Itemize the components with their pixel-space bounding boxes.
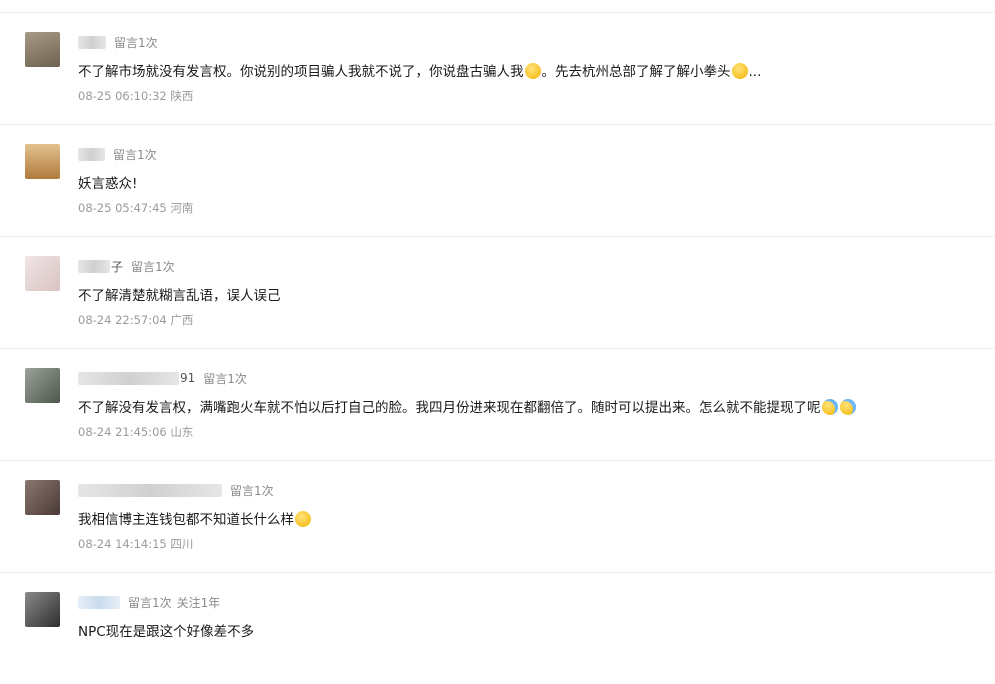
avatar[interactable] [25, 368, 60, 403]
cry-laugh-emoji-icon [839, 399, 856, 415]
comment-timestamp: 08-24 14:14:15 四川 [78, 537, 194, 551]
comment-count-badge: 留言1次 [128, 595, 172, 610]
avatar[interactable] [25, 32, 60, 67]
grin-emoji-icon [295, 511, 311, 527]
comment-item: 子 留言1次 不了解清楚就糊言乱语，误人误己 08-24 22:57:04 广西 [0, 237, 995, 349]
comment-count-badge: 留言1次 [131, 259, 175, 274]
comment-item: 留言1次 不了解市场就没有发言权。你说别的项目骗人我就不说了，你说盘古骗人我 。先… [0, 13, 995, 125]
cry-laugh-emoji-icon [821, 399, 838, 415]
comment-list: 留言1次 不了解市场就没有发言权。你说别的项目骗人我就不说了，你说盘古骗人我 。先… [0, 13, 995, 684]
comment-text: 我相信博主连钱包都不知道长什么样 [78, 511, 312, 529]
comment-item: 留言1次 妖言惑众! 08-25 05:47:45 河南 [0, 125, 995, 237]
username[interactable] [78, 34, 106, 50]
comment-timestamp: 08-24 21:45:06 山东 [78, 425, 194, 439]
comment-count-badge: 留言1次 [230, 483, 274, 498]
comment-text: 不了解没有发言权，满嘴跑火车就不怕以后打自己的脸。我四月份进来现在都翻倍了。随时… [78, 399, 857, 417]
comment-timestamp: 08-25 05:47:45 河南 [78, 201, 194, 215]
comment-text: NPC现在是跟这个好像差不多 [78, 624, 255, 640]
comment-meta: 子 留言1次 [78, 258, 175, 274]
avatar[interactable] [25, 480, 60, 515]
comment-count-badge: 留言1次 [113, 147, 157, 162]
username[interactable]: 子 [78, 258, 123, 274]
comment-meta: 留言1次 [78, 146, 157, 162]
comment-text: 妖言惑众! [78, 176, 138, 192]
comment-meta: 91 留言1次 [78, 370, 247, 386]
username[interactable] [78, 146, 105, 162]
thinking-emoji-icon [524, 63, 541, 79]
username[interactable] [78, 482, 222, 498]
username[interactable]: 91 [78, 370, 195, 386]
username[interactable] [78, 594, 120, 610]
comment-text: 不了解市场就没有发言权。你说别的项目骗人我就不说了，你说盘古骗人我 。先去杭州总部… [78, 63, 762, 80]
comment-item: 留言1次 关注1年 NPC现在是跟这个好像差不多 [0, 573, 995, 684]
avatar[interactable] [25, 144, 60, 179]
comment-meta: 留言1次 [78, 482, 274, 498]
comment-timestamp: 08-25 06:10:32 陕西 [78, 89, 194, 103]
comment-timestamp: 08-24 22:57:04 广西 [78, 313, 194, 327]
comment-item: 91 留言1次 不了解没有发言权，满嘴跑火车就不怕以后打自己的脸。我四月份进来现… [0, 349, 995, 461]
comment-meta: 留言1次 关注1年 [78, 594, 220, 610]
grin-emoji-icon [731, 63, 748, 79]
comment-count-badge: 留言1次 [203, 371, 247, 386]
comment-text: 不了解清楚就糊言乱语，误人误己 [78, 288, 281, 304]
comment-item: 留言1次 我相信博主连钱包都不知道长什么样 08-24 14:14:15 四川 [0, 461, 995, 573]
follow-duration-badge: 关注1年 [176, 595, 221, 610]
avatar[interactable] [25, 256, 60, 291]
avatar[interactable] [25, 592, 60, 627]
comment-count-badge: 留言1次 [114, 35, 158, 50]
comment-meta: 留言1次 [78, 34, 158, 50]
